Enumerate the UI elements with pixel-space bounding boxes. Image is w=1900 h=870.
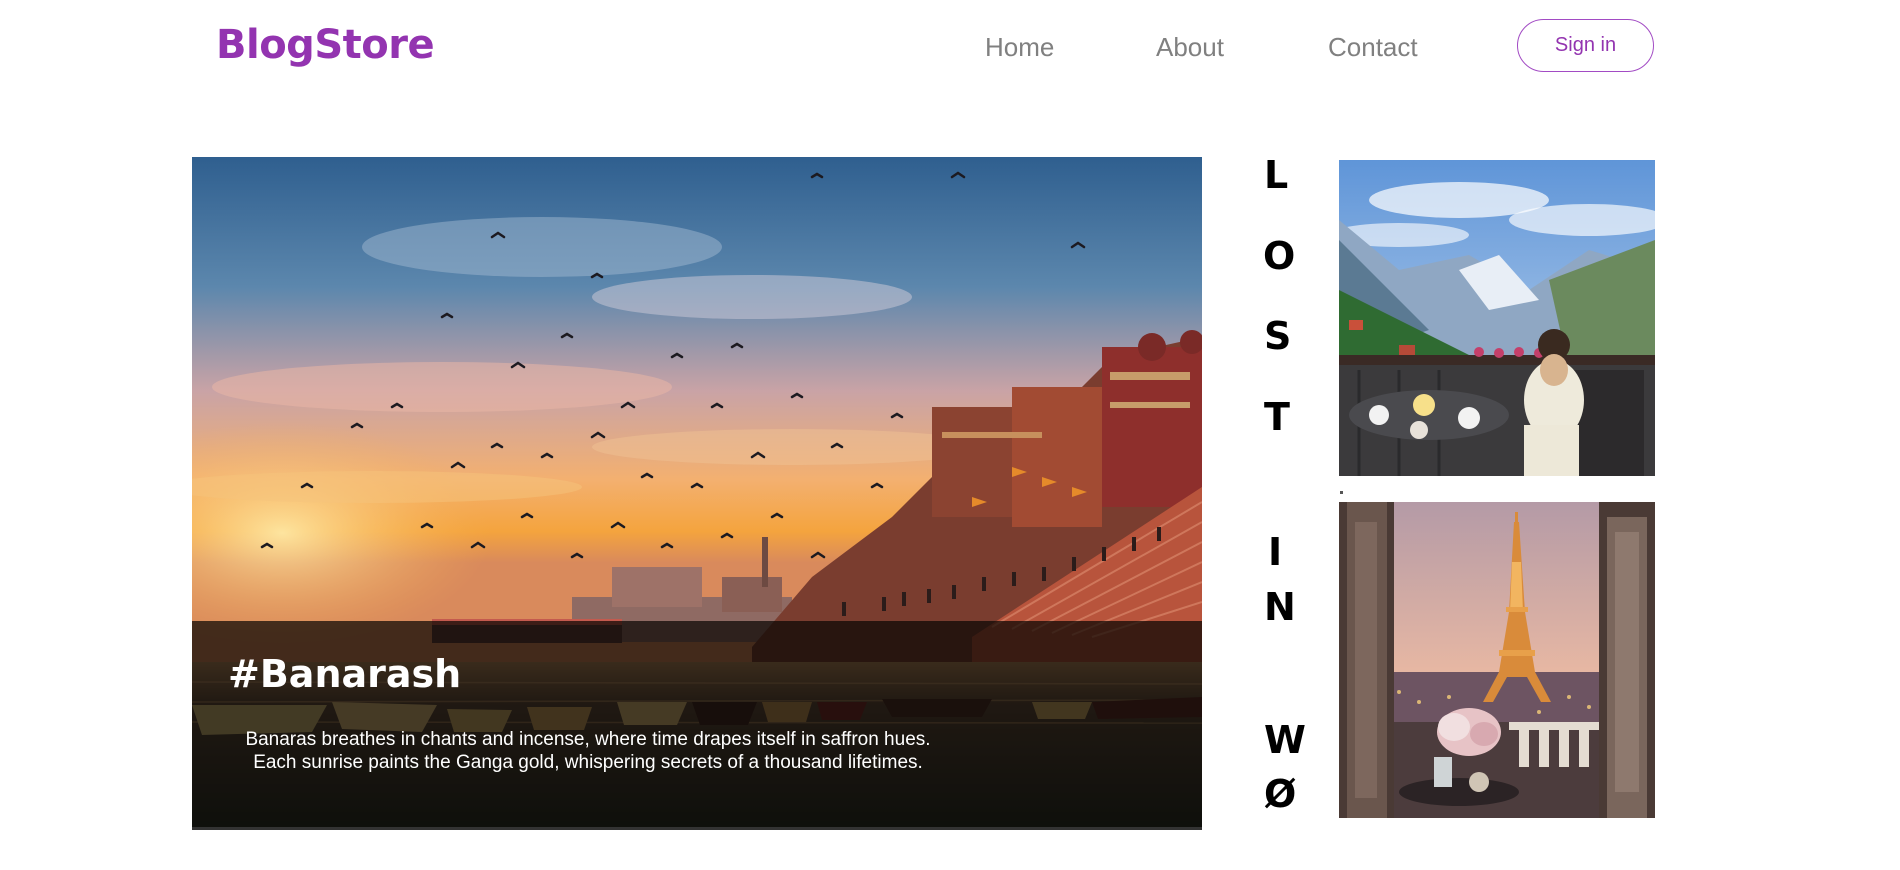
hero-description-line-2: Each sunrise paints the Ganga gold, whis… [253,752,923,773]
vertical-letter-s: S [1264,314,1292,358]
alps-balcony-image [1339,160,1655,476]
nav-about-link[interactable]: About [1156,32,1224,63]
nav-home-link[interactable]: Home [985,32,1054,63]
vertical-letter-t: T [1264,395,1290,439]
side-image-paris[interactable] [1339,502,1655,818]
hero-title[interactable]: #Banarash [228,652,461,696]
vertical-letter-l: L [1264,153,1289,197]
sign-in-button[interactable]: Sign in [1517,19,1654,72]
vertical-letter-w: W [1264,718,1306,762]
vertical-letter-o-slash: Ø [1264,772,1297,816]
divider-dot [1340,491,1343,494]
page: BlogStore Home About Contact Sign in #Ba… [0,0,1900,870]
eiffel-tower-window-image [1339,502,1655,818]
brand-logo[interactable]: BlogStore [216,22,435,68]
hero-card[interactable]: #Banarash Banaras breathes in chants and… [192,157,1202,830]
vertical-letter-n: N [1264,585,1296,629]
hero-description: Banaras breathes in chants and incense, … [228,728,948,774]
vertical-letter-o: O [1263,234,1296,278]
vertical-letter-i: I [1268,530,1283,574]
hero-description-line-1: Banaras breathes in chants and incense, … [245,729,931,750]
nav-contact-link[interactable]: Contact [1328,32,1418,63]
side-image-alps[interactable] [1339,160,1655,476]
